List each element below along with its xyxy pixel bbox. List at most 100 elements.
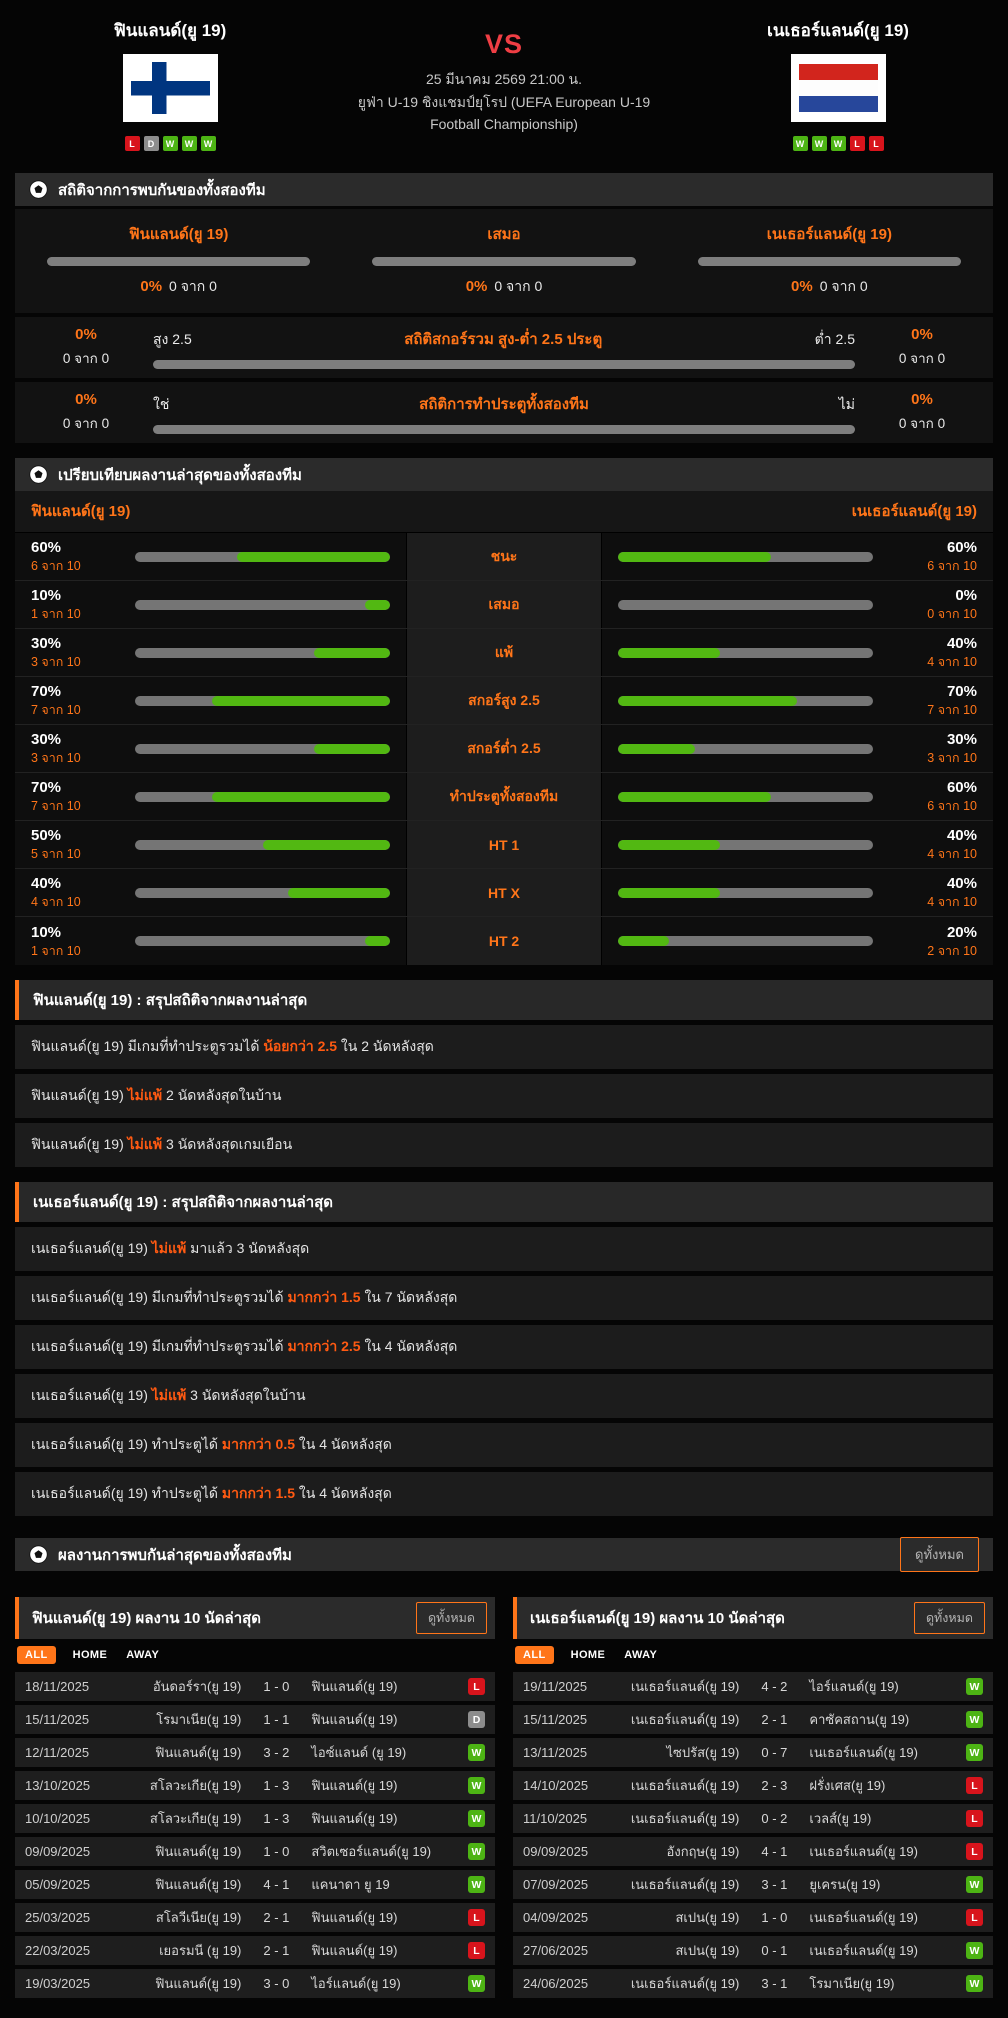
comparison-away-count: 6 จาก 10 <box>927 799 977 814</box>
comparison-away-count: 4 จาก 10 <box>927 847 977 862</box>
comparison-row-0: 60% 6 จาก 10 ชนะ 60% 6 จาก 10 <box>15 533 993 581</box>
match-row: 19/03/2025 ฟินแลนด์(ยู 19) 3 - 0 ไอร์แลนด์(… <box>15 1969 495 1998</box>
match-score: 3 - 1 <box>761 1877 788 1892</box>
match-home-team: อังกฤษ(ยู 19) <box>666 1844 740 1859</box>
comparison-row-6: 50% 5 จาก 10 HT 1 40% 4 จาก 10 <box>15 821 993 869</box>
comparison-away-count: 4 จาก 10 <box>927 655 977 670</box>
home-team-block: ฟินแลนด์(ยู 19) LDWWW <box>15 12 325 158</box>
comparison-away-bar <box>618 551 873 562</box>
match-result: W <box>459 1843 485 1860</box>
comparison-away-bar-fill <box>618 791 771 802</box>
away-recent-panel: เนเธอร์แลนด์(ยู 19) ผลงาน 10 นัดล่าสุด ดู… <box>513 1597 993 1998</box>
comparison-home-percent: 30% <box>31 635 62 653</box>
tab-home[interactable]: HOME <box>569 1646 608 1664</box>
result-badge-d: D <box>468 1711 485 1728</box>
comparison-home-bar <box>135 936 390 946</box>
match-result: W <box>459 1744 485 1761</box>
away-summary-row-2: เนเธอร์แลนด์(ยู 19) มีเกมที่ทำประตูรวมได… <box>15 1325 993 1369</box>
match-home-team: เยอรมนี (ยู 19) <box>159 1943 242 1958</box>
match-score: 3 - 0 <box>263 1976 290 1991</box>
away-form-badge-w: W <box>830 136 846 151</box>
h2h-row-left-percent: 0% <box>75 326 97 343</box>
match-away-team: ไอร์แลนด์(ยู 19) <box>809 1679 899 1694</box>
away-form-badges: WWWLL <box>683 136 993 151</box>
match-row: 07/09/2025 เนเธอร์แลนด์(ยู 19) 3 - 1 ยูเครน… <box>513 1870 993 1899</box>
comparison-away-stat: 60% 6 จาก 10 <box>889 540 977 573</box>
home-form-badges: LDWWW <box>15 136 325 151</box>
match-away-team: เนเธอร์แลนด์(ยู 19) <box>809 1745 918 1760</box>
match-home-team: เนเธอร์แลนด์(ยู 19) <box>630 1712 740 1727</box>
comparison-home-stat: 50% 5 จาก 10 <box>31 828 119 861</box>
h2h-column-2: เนเธอร์แลนด์(ยู 19) 0% 0 จาก 0 <box>697 222 961 298</box>
match-row: 12/11/2025 ฟินแลนด์(ยู 19) 3 - 2 ไอซ์แลนด์ … <box>15 1738 495 1767</box>
result-badge-l: L <box>468 1678 485 1695</box>
summary-text-post: ใน 4 นัดหลังสุด <box>360 1338 458 1354</box>
h2h-column-count: 0 จาก 0 <box>819 278 868 294</box>
match-score: 1 - 0 <box>761 1910 788 1925</box>
match-home-team: โรมาเนีย(ยู 19) <box>156 1712 242 1727</box>
match-away-team: แคนาดา ยู 19 <box>311 1877 390 1892</box>
match-result: W <box>957 1744 983 1761</box>
h2h-row-right-percent: 0% <box>911 391 933 408</box>
away-form-badge-l: L <box>868 136 884 151</box>
home-summary-row-2: ฟินแลนด์(ยู 19) ไม่แพ้ 3 นัดหลังสุดเกมเย… <box>15 1123 993 1167</box>
away-summary-row-0: เนเธอร์แลนด์(ยู 19) ไม่แพ้ มาแล้ว 3 นัดห… <box>15 1227 993 1271</box>
h2h-row-right-stat: 0% 0 จาก 0 <box>867 391 977 434</box>
tab-all[interactable]: ALL <box>17 1646 56 1664</box>
comparison-team-names: ฟินแลนด์(ยู 19) เนเธอร์แลนด์(ยู 19) <box>15 491 993 533</box>
match-result: W <box>957 1678 983 1695</box>
summary-text-pre: ฟินแลนด์(ยู 19) มีเกมที่ทำประตูรวมได้ <box>31 1038 264 1054</box>
comparison-row-5: 70% 7 จาก 10 ทำประตูทั้งสองทีม 60% 6 จาก 10 <box>15 773 993 821</box>
comparison-home-percent: 30% <box>31 731 62 749</box>
comparison-home-stat: 10% 1 จาก 10 <box>31 925 119 958</box>
comparison-away-bar <box>618 743 873 754</box>
tab-away[interactable]: AWAY <box>124 1646 161 1664</box>
match-away-team: ยูเครน(ยู 19) <box>809 1877 881 1892</box>
match-row: 09/09/2025 อังกฤษ(ยู 19) 4 - 1 เนเธอร์แลนด์… <box>513 1837 993 1866</box>
match-date: 14/10/2025 <box>523 1778 589 1793</box>
tab-away[interactable]: AWAY <box>622 1646 659 1664</box>
comparison-away-percent: 60% <box>946 539 977 557</box>
match-home-team: เนเธอร์แลนด์(ยู 19) <box>630 1811 740 1826</box>
summary-text-post: ใน 2 นัดหลังสุด <box>337 1038 434 1054</box>
home-summary-row-0: ฟินแลนด์(ยู 19) มีเกมที่ทำประตูรวมได้ น้… <box>15 1025 993 1069</box>
tab-all[interactable]: ALL <box>515 1646 554 1664</box>
comparison-away-team: เนเธอร์แลนด์(ยู 19) <box>851 503 977 520</box>
h2h-row-right-count: 0 จาก 0 <box>898 416 946 431</box>
comparison-home-stat: 30% 3 จาก 10 <box>31 636 119 669</box>
h2h-column-stats: 0% 0 จาก 0 <box>47 276 310 298</box>
comparison-home-percent: 60% <box>31 539 62 557</box>
match-date: 09/09/2025 <box>523 1844 589 1859</box>
comparison-row-label: HT 1 <box>406 821 602 868</box>
comparison-away-stat: 40% 4 จาก 10 <box>889 828 977 861</box>
comparison-away-stat: 40% 4 จาก 10 <box>889 636 977 669</box>
comparison-away-bar-fill <box>618 839 720 850</box>
away-panel-header: เนเธอร์แลนด์(ยู 19) ผลงาน 10 นัดล่าสุด ดู… <box>513 1597 993 1639</box>
summary-text-pre: เนเธอร์แลนด์(ยู 19) ทำประตูได้ <box>31 1485 222 1501</box>
summary-highlight: มากกว่า 1.5 <box>221 1485 296 1501</box>
comparison-row-1: 10% 1 จาก 10 เสมอ 0% 0 จาก 10 <box>15 581 993 629</box>
comparison-away-count: 7 จาก 10 <box>927 703 977 718</box>
comparison-section-header: เปรียบเทียบผลงานล่าสุดของทั้งสองทีม <box>15 458 993 491</box>
match-result: L <box>957 1909 983 1926</box>
result-badge-w: W <box>966 1744 983 1761</box>
comparison-home-percent: 40% <box>31 875 62 893</box>
match-score: 3 - 1 <box>761 1976 788 1991</box>
away-panel-view-all-button[interactable]: ดูทั้งหมด <box>913 1602 985 1634</box>
h2h-row-right-stat: 0% 0 จาก 0 <box>867 326 977 369</box>
match-info: VS 25 มีนาคม 2569 21:00 น. ยูฟ่า U-19 ชิ… <box>325 12 683 158</box>
comparison-row-3: 70% 7 จาก 10 สกอร์สูง 2.5 70% 7 จาก 10 <box>15 677 993 725</box>
home-form-badge-d: D <box>143 136 159 151</box>
h2h-column-1: เสมอ 0% 0 จาก 0 <box>372 222 636 298</box>
comparison-row-label: เสมอ <box>406 581 602 628</box>
match-date: 25/03/2025 <box>25 1910 91 1925</box>
comparison-home-percent: 10% <box>31 923 62 941</box>
away-team-block: เนเธอร์แลนด์(ยู 19) WWWLL <box>683 12 993 158</box>
recent-view-all-button[interactable]: ดูทั้งหมด <box>900 1537 979 1572</box>
match-row: 04/09/2025 สเปน(ยู 19) 1 - 0 เนเธอร์แลนด์(ย… <box>513 1903 993 1932</box>
match-away-team: สวิตเซอร์แลนด์(ยู 19) <box>311 1844 432 1859</box>
home-panel-view-all-button[interactable]: ดูทั้งหมด <box>415 1602 487 1634</box>
tab-home[interactable]: HOME <box>71 1646 110 1664</box>
h2h-stats-section: สถิติจากการพบกันของทั้งสองทีม ฟินแลนด์(ย… <box>15 173 993 443</box>
h2h-column-label: เสมอ <box>487 226 521 243</box>
